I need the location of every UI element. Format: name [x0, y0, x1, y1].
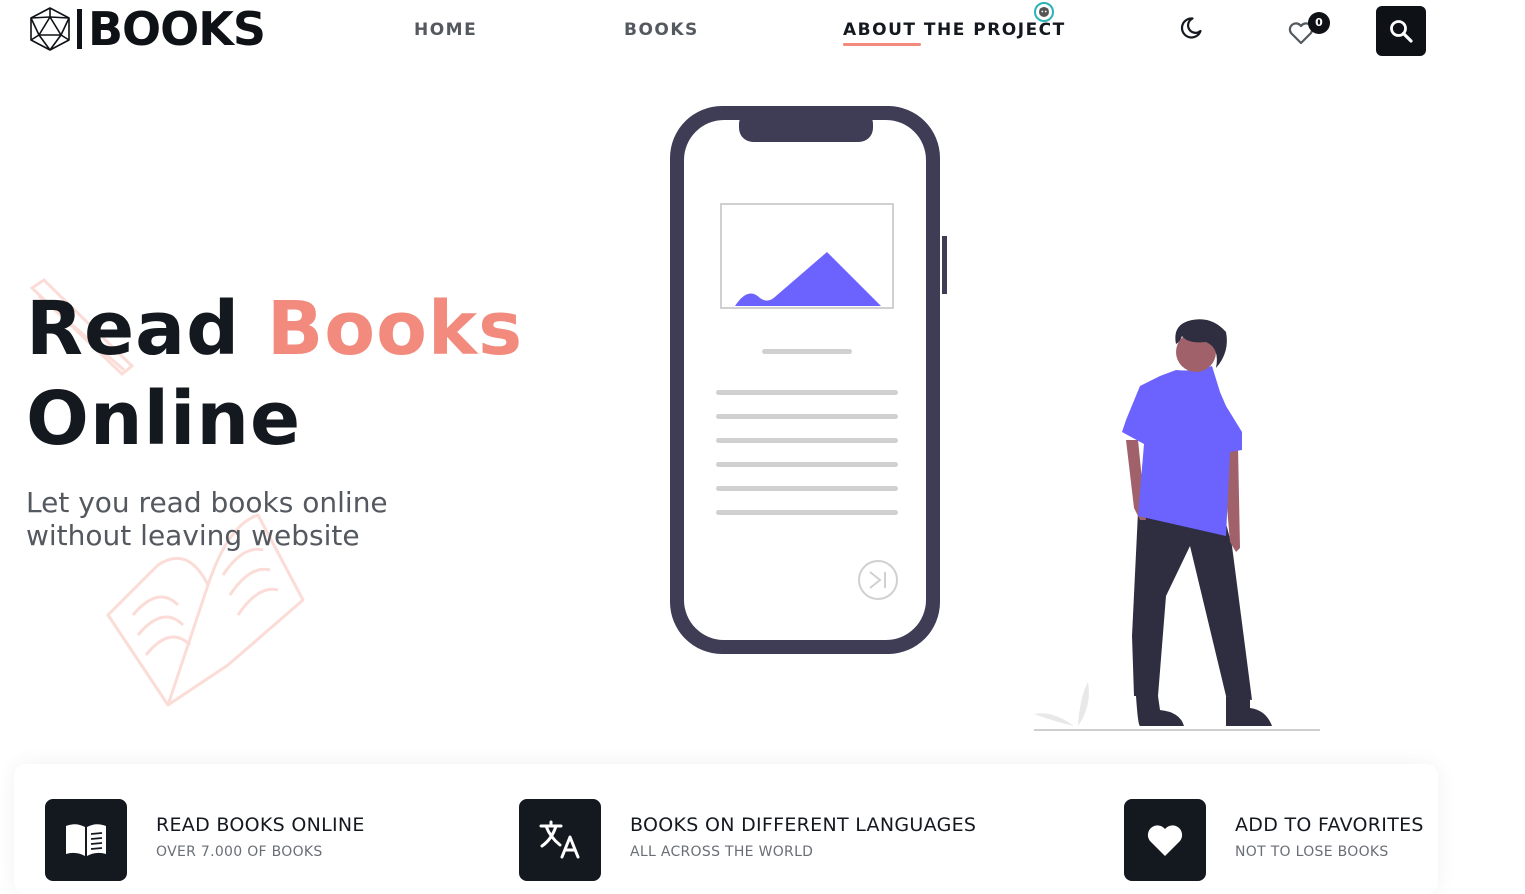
nav-books[interactable]: BOOKS: [624, 20, 699, 40]
active-nav-underline: [843, 43, 921, 46]
feature-icon-tile: [519, 799, 601, 881]
hero-title: Read Books Online: [26, 284, 523, 464]
nav-about-label: ABOUT THE PROJECT: [843, 20, 1066, 40]
hero-title-read: Read: [26, 286, 241, 372]
phone-graphic: [670, 106, 947, 654]
site-header: BOOKS HOME BOOKS ABOUT THE PROJECT 0: [0, 0, 1525, 62]
favorites-button[interactable]: 0: [1286, 12, 1330, 48]
phone-reader-illustration: [670, 106, 1320, 731]
feature-subtitle: OVER 7.000 OF BOOKS: [156, 844, 323, 860]
site-logo[interactable]: BOOKS: [26, 4, 266, 54]
book-icon: [66, 824, 106, 856]
nav-about-project[interactable]: ABOUT THE PROJECT: [843, 20, 1066, 46]
heart-icon: [1147, 825, 1183, 856]
hero-title-online: Online: [26, 376, 302, 462]
feature-title: READ BOOKS ONLINE: [156, 814, 365, 836]
logo-text: BOOKS: [77, 4, 266, 54]
hero-subtitle: Let you read books online without leavin…: [26, 486, 388, 552]
favorites-count-badge: 0: [1308, 12, 1330, 34]
feature-icon-tile: [1124, 799, 1206, 881]
hero-title-books: Books: [266, 286, 524, 372]
feature-subtitle: ALL ACROSS THE WORLD: [630, 844, 814, 860]
feature-title: ADD TO FAVORITES: [1235, 814, 1424, 836]
search-icon: [1390, 20, 1413, 43]
feature-icon-tile: [45, 799, 127, 881]
nav-home[interactable]: HOME: [414, 20, 477, 40]
search-button[interactable]: [1376, 6, 1426, 56]
standing-person-graphic: [1122, 319, 1272, 726]
feature-subtitle: NOT TO LOSE BOOKS: [1235, 844, 1389, 860]
github-icon[interactable]: [1034, 2, 1054, 22]
features-card: READ BOOKS ONLINE OVER 7.000 OF BOOKS BO…: [14, 764, 1438, 894]
feature-title: BOOKS ON DIFFERENT LANGUAGES: [630, 814, 977, 836]
polyhedron-logo-icon: [30, 7, 70, 51]
dark-mode-moon-icon[interactable]: [1178, 15, 1204, 41]
translate-icon: [539, 820, 580, 859]
